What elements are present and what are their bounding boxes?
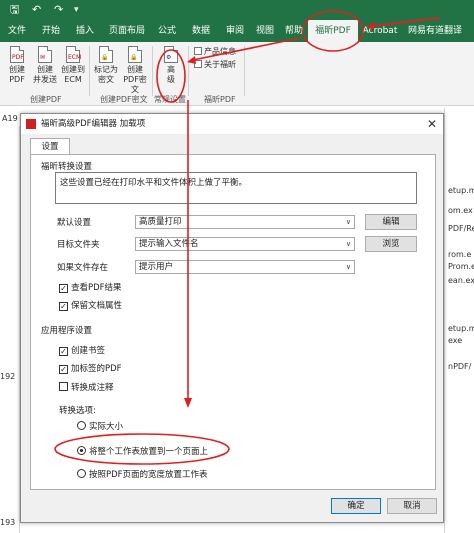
group-label-create-pdf-secret: 创建PDF密文 <box>100 95 148 104</box>
undo-icon[interactable]: ↶ <box>32 3 41 17</box>
ecm-document-icon: ECM <box>66 46 81 63</box>
cell-text: exe <box>448 336 463 345</box>
advanced-settings-button[interactable]: ⚙ 高 级 <box>158 46 184 85</box>
ribbon-separator <box>188 46 189 96</box>
section-foxit-conversion: 福昕转换设置 <box>41 162 93 172</box>
group-label-foxit-pdf: 福昕PDF <box>204 95 236 104</box>
dialog-title: 福昕高级PDF编辑器 加载项 <box>41 119 146 129</box>
checkmark-icon: ✓ <box>59 284 68 293</box>
ribbon-tabs: 文件 开始 插入 页面布局 公式 数据 审阅 视图 帮助 福昕PDF Acrob… <box>0 20 474 42</box>
default-settings-label: 默认设置 <box>57 218 92 228</box>
convert-comments-checkbox[interactable]: 转换成注释 <box>59 382 114 393</box>
cell-text: ean.ex <box>448 276 474 285</box>
row-number: 193 <box>0 518 16 527</box>
tab-acrobat[interactable]: Acrobat <box>360 20 400 42</box>
tab-formulas[interactable]: 公式 <box>152 20 182 42</box>
cell-text: rom.e <box>448 250 472 259</box>
cell-text: etup.m <box>448 324 474 333</box>
tab-review[interactable]: 审阅 <box>220 20 250 42</box>
ribbon-panel: PDF 创建 PDF ✉ 创建 并发送 ECM 创建到 ECM 创建PDF 🔒 … <box>0 42 474 106</box>
gear-document-icon: ⚙ <box>164 46 178 63</box>
customize-quick-access-icon[interactable]: ▾ <box>74 3 79 17</box>
sheet-cells <box>444 108 474 533</box>
cell-text: etup.m <box>448 186 474 195</box>
settings-description: 这些设置已经在打印水平和文件体积上做了平衡。 <box>55 172 417 204</box>
ribbon-separator <box>89 46 90 96</box>
keep-doc-props-checkbox[interactable]: ✓ 保留文档属性 <box>59 301 122 311</box>
about-icon <box>194 60 202 68</box>
cell-text: Prom.e <box>448 262 474 271</box>
tab-file[interactable]: 文件 <box>2 20 32 42</box>
create-and-send-button[interactable]: ✉ 创建 并发送 <box>30 46 60 85</box>
chevron-down-icon: ∨ <box>345 240 351 248</box>
ribbon-separator <box>152 46 153 96</box>
row-header-column <box>0 126 20 533</box>
product-info-button[interactable]: 产品信息 <box>194 46 236 57</box>
checkmark-icon: ✓ <box>59 347 68 356</box>
foxit-addin-dialog: 福昕高级PDF编辑器 加载项 ✕ 设置 福昕转换设置 这些设置已经在打印水平和文… <box>20 113 444 523</box>
checkmark-icon: ✓ <box>59 365 68 374</box>
fit-one-page-radio[interactable]: 将整个工作表放置到一个页面上 <box>77 446 208 457</box>
default-settings-select[interactable]: 高质量打印 ∨ <box>135 215 355 229</box>
tab-page-layout[interactable]: 页面布局 <box>104 20 150 42</box>
tab-view[interactable]: 视图 <box>250 20 280 42</box>
view-pdf-result-checkbox[interactable]: ✓ 查看PDF结果 <box>59 283 122 293</box>
row-number: 192 <box>0 372 16 381</box>
name-box[interactable]: A19 <box>0 112 22 126</box>
section-app-settings: 应用程序设置 <box>41 326 93 336</box>
group-label-create-pdf: 创建PDF <box>30 95 62 104</box>
about-foxit-button[interactable]: 关于福昕 <box>194 59 236 70</box>
ok-button[interactable]: 确定 <box>331 498 381 514</box>
foxit-app-icon <box>26 119 36 129</box>
create-pdf-button[interactable]: PDF 创建 PDF <box>4 46 30 85</box>
cell-text: om.ex <box>448 206 473 215</box>
convert-options-label: 转换选项: <box>59 406 96 416</box>
redo-icon[interactable]: ↷ <box>54 3 63 17</box>
edit-button[interactable]: 编辑 <box>365 214 417 230</box>
tagged-pdf-checkbox[interactable]: ✓ 加标签的PDF <box>59 364 122 374</box>
create-to-ecm-button[interactable]: ECM 创建到 ECM <box>60 46 86 85</box>
close-icon[interactable]: ✕ <box>427 114 437 134</box>
browse-button[interactable]: 浏览 <box>365 236 417 252</box>
fit-page-width-radio[interactable]: 按照PDF页面的宽度放置工作表 <box>77 469 208 480</box>
target-folder-label: 目标文件夹 <box>57 240 100 250</box>
tab-settings[interactable]: 设置 <box>30 138 70 155</box>
pdf-document-icon: PDF <box>10 46 24 63</box>
tab-home[interactable]: 开始 <box>36 20 66 42</box>
tab-help[interactable]: 帮助 <box>280 20 308 42</box>
checkmark-icon: ✓ <box>59 302 68 311</box>
save-icon[interactable]: 🖫 <box>10 3 19 17</box>
chevron-down-icon: ∨ <box>345 263 351 271</box>
file-exists-select[interactable]: 提示用户 ∨ <box>135 260 355 274</box>
cell-text: PDF/Rea <box>448 224 474 233</box>
settings-panel <box>30 154 436 490</box>
send-document-icon: ✉ <box>38 46 52 63</box>
secret-document-icon: 🔒 <box>128 46 142 63</box>
create-bookmarks-checkbox[interactable]: ✓ 创建书签 <box>59 346 105 356</box>
title-bar: 🖫 ↶ ↷ ▾ <box>0 0 474 20</box>
target-folder-select[interactable]: 提示输入文件名 ∨ <box>135 237 355 251</box>
tab-data[interactable]: 数据 <box>186 20 216 42</box>
chevron-down-icon: ∨ <box>345 218 351 226</box>
create-pdf-secret-button[interactable]: 🔒 创建PDF密 文 <box>120 46 150 95</box>
lock-document-icon: 🔒 <box>99 46 113 63</box>
cell-text: nPDF/ <box>448 362 472 371</box>
actual-size-radio[interactable]: 实际大小 <box>77 421 123 432</box>
file-exists-label: 如果文件存在 <box>57 263 109 273</box>
tab-insert[interactable]: 插入 <box>70 20 100 42</box>
group-label-general-settings: 常规设置 <box>154 95 186 104</box>
tab-foxit-pdf[interactable]: 福昕PDF <box>308 20 358 42</box>
dialog-title-bar: 福昕高级PDF编辑器 加载项 ✕ <box>21 114 443 134</box>
ribbon-separator <box>244 46 245 96</box>
info-icon <box>194 47 202 55</box>
cancel-button[interactable]: 取消 <box>387 498 437 514</box>
mark-as-secret-button[interactable]: 🔒 标记为 密文 <box>92 46 120 85</box>
tab-youdao-translate[interactable]: 网易有道翻译 <box>400 20 470 42</box>
